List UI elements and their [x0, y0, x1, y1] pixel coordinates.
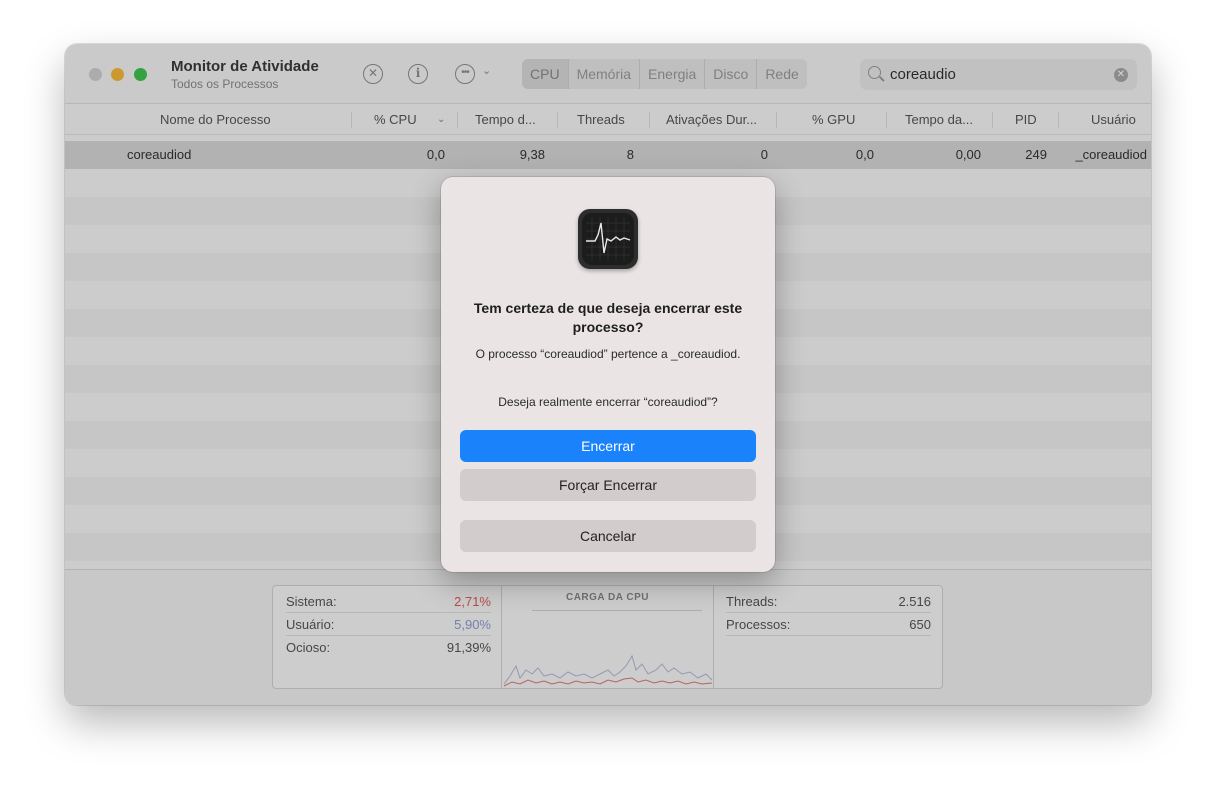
- dialog-title: Tem certeza de que deseja encerrar este …: [473, 300, 743, 335]
- cancel-button[interactable]: Cancelar: [460, 520, 756, 552]
- quit-process-dialog: Tem certeza de que deseja encerrar este …: [441, 177, 775, 572]
- dialog-question: Deseja realmente encerrar “coreaudiod”?: [498, 395, 718, 409]
- dialog-message: O processo “coreaudiod” pertence a _core…: [475, 347, 741, 361]
- force-quit-button[interactable]: Forçar Encerrar: [460, 469, 756, 501]
- activity-monitor-icon: [578, 209, 638, 269]
- quit-button[interactable]: Encerrar: [460, 430, 756, 462]
